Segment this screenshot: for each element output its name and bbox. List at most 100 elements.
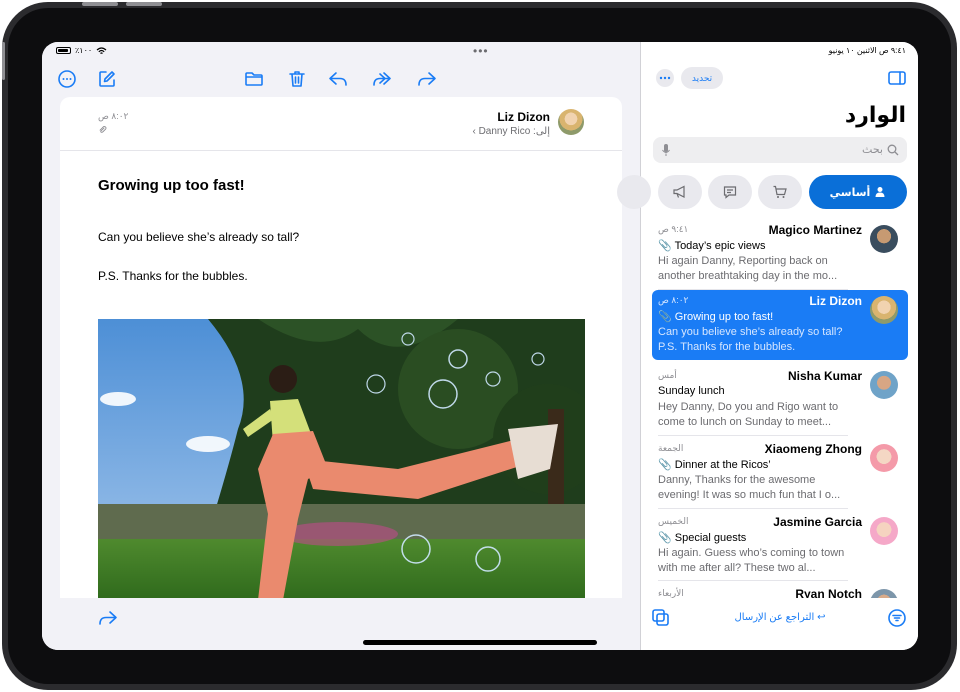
microphone-icon[interactable] [661,143,671,157]
trash-button[interactable] [285,67,309,91]
message-subject: Sunday lunch [658,385,725,397]
message-subject: 📎 Today’s epic views [658,240,766,252]
sender-name[interactable]: Liz Dizon [497,110,550,124]
message-subject: 📎 Growing up too fast! [658,311,774,323]
status-bar-left: ٪١٠٠ [56,46,107,55]
message-row[interactable]: Jasmine Garcia الخميس 📎 Special guests H… [652,511,908,581]
inbox-more-button[interactable] [653,66,677,90]
message-sender: Magico Martinez [768,223,862,237]
sidebar-icon [888,71,906,85]
chat-bubble-icon [723,186,737,199]
compose-icon [99,71,115,87]
status-datetime: ٩:٤١ ص الاثنين ١٠ يونيو [828,46,906,55]
message-row[interactable]: Xiaomeng Zhong الجمعة 📎 Dinner at the Ri… [652,438,908,508]
message-time: ٨:٠٢ ص [98,111,129,121]
divider [658,508,848,509]
message-time: ٩:٤١ ص [658,224,689,234]
avatar [870,225,898,253]
screen: ٪١٠٠ ••• Liz Dizon إلى: Danny Rico › ٨:٠… [42,42,918,650]
select-label: تحديد [691,72,713,83]
message-row[interactable]: Magico Martinez ٩:٤١ ص 📎 Today’s epic vi… [652,219,908,289]
top-button [2,42,5,80]
paperclip-icon [98,125,107,136]
message-time: الخميس [658,516,689,526]
message-row-selected[interactable]: Liz Dizon ٨:٠٢ ص 📎 Growing up too fast! … [652,290,908,360]
avatar [870,444,898,472]
message-time: الجمعة [658,443,684,453]
category-promotions[interactable] [658,175,702,209]
search-icon [887,144,899,156]
wifi-icon [96,46,107,54]
category-primary[interactable]: أساسي [809,175,907,209]
battery-percent: ٪١٠٠ [75,46,93,55]
trash-icon [289,71,305,87]
category-updates[interactable] [708,175,752,209]
cart-icon [773,185,787,198]
megaphone-icon [673,185,685,198]
undo-send-button[interactable]: ↩ التراجع عن الإرسال [641,612,918,623]
message-viewer: ٪١٠٠ ••• Liz Dizon إلى: Danny Rico › ٨:٠… [42,42,639,650]
inbox-bottom-toolbar [641,598,918,650]
message-sender: Liz Dizon [809,294,862,308]
battery-icon [56,47,71,54]
folder-icon [245,72,263,86]
reply-icon [329,72,347,86]
share-forward-icon [99,611,117,625]
reply-action-button[interactable] [96,606,120,630]
move-to-folder-button[interactable] [242,67,266,91]
message-sender: Xiaomeng Zhong [764,442,862,456]
message-subject-text: Growing up too fast! [674,311,774,323]
message-row[interactable]: Nisha Kumar أمس Sunday lunch Hey Danny, … [652,365,908,435]
reply-all-icon [373,72,391,86]
category-more[interactable] [617,175,651,209]
message-subject: Growing up too fast! [98,177,245,194]
message-preview: Danny, Thanks for the awesome evening! I… [658,474,841,501]
search-placeholder: بحث [862,144,883,156]
forward-icon [418,72,436,86]
volume-up-button [82,2,118,6]
message-time: ٨:٠٢ ص [658,295,689,305]
message-time: أمس [658,370,677,380]
reply-all-button[interactable] [370,67,394,91]
message-header: Liz Dizon إلى: Danny Rico › ٨:٠٢ ص [60,97,622,151]
divider [658,435,848,436]
sender-avatar[interactable] [558,109,584,135]
home-indicator [363,640,597,645]
inbox-title: الوارد [844,102,906,127]
avatar [870,296,898,324]
inbox-sidebar: ٩:٤١ ص الاثنين ١٠ يونيو تحديد الوارد بحث… [617,42,918,650]
compose-button[interactable] [95,67,119,91]
message-subject-text: Today’s epic views [674,240,766,252]
message-preview: Hi again Danny, Reporting back on anothe… [658,255,838,282]
message-preview: Hi again. Guess who’s coming to town wit… [658,547,845,574]
message-preview: Can you believe she’s already so tall? P… [658,326,843,353]
message-sender: Nisha Kumar [787,369,862,383]
message-subject-text: Dinner at the Ricos’ [674,459,771,471]
category-transactions[interactable] [758,175,802,209]
category-primary-label: أساسي [829,186,871,199]
attached-photo[interactable] [98,319,585,600]
volume-down-button [126,2,162,6]
message-body-line: Can you believe she’s already so tall? [98,230,300,244]
message-body-line: P.S. Thanks for the bubbles. [98,269,248,283]
toggle-sidebar-button[interactable] [885,66,909,90]
search-field[interactable]: بحث [653,137,907,163]
message-subject: 📎 Special guests [658,532,747,544]
forward-button[interactable] [415,67,439,91]
divider [658,580,848,581]
reply-button[interactable] [326,67,350,91]
more-button[interactable] [55,67,79,91]
message-preview: Hey Danny, Do you and Rigo want to come … [658,401,839,428]
multitasking-handle[interactable]: ••• [473,44,489,58]
select-button[interactable]: تحديد [681,67,723,89]
avatar [870,517,898,545]
ellipsis-circle-icon [58,70,76,88]
message-card: Liz Dizon إلى: Danny Rico › ٨:٠٢ ص Growi… [60,97,622,650]
message-subject-text: Special guests [674,532,747,544]
avatar [870,371,898,399]
ellipsis-icon [656,69,674,87]
recipient-line[interactable]: إلى: Danny Rico › [472,126,550,137]
person-icon [875,187,885,197]
message-sender: Jasmine Garcia [773,515,862,529]
message-subject: 📎 Dinner at the Ricos’ [658,459,771,471]
